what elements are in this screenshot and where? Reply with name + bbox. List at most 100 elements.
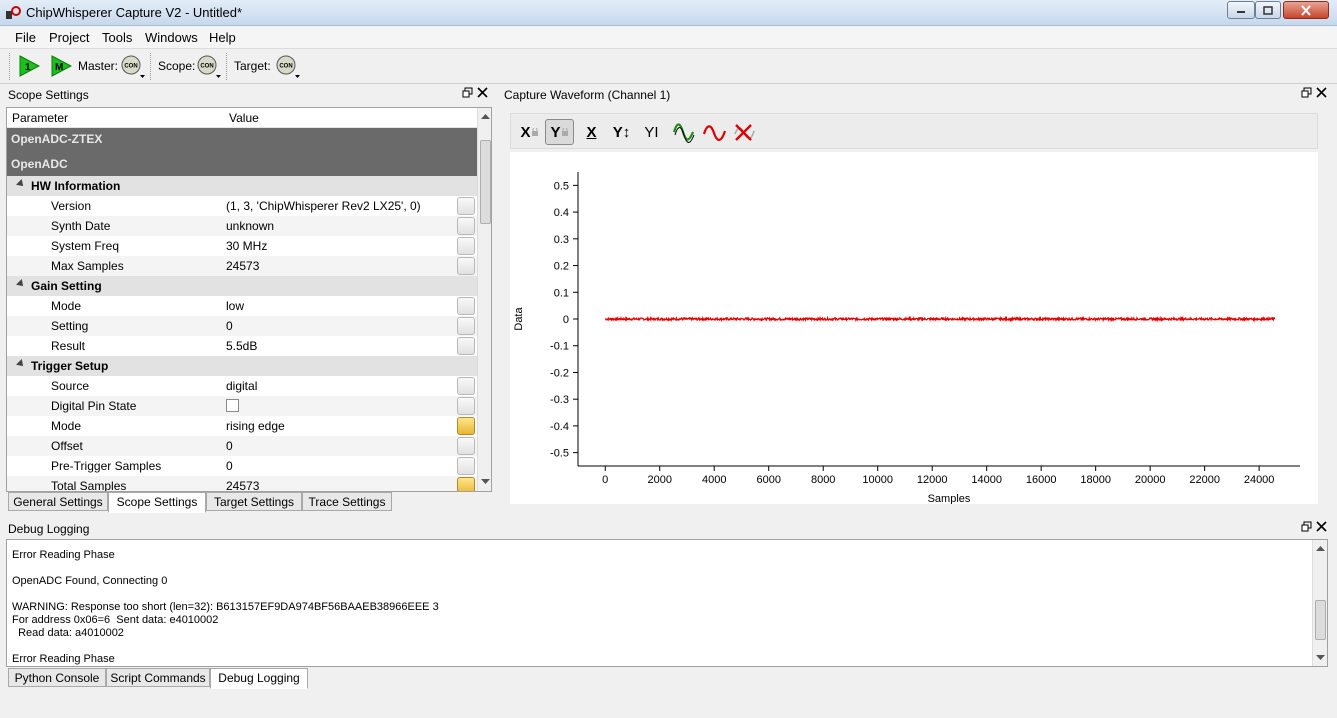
param-row-digital-pin-state[interactable]: Digital Pin State xyxy=(7,396,477,416)
debug-log-line xyxy=(12,562,439,575)
param-row-gain-setting[interactable]: Setting 0 xyxy=(7,316,477,336)
capture-multi-button[interactable]: M xyxy=(50,55,72,77)
float-icon[interactable] xyxy=(462,87,473,98)
param-row-max-samples[interactable]: Max Samples 24573 xyxy=(7,256,477,276)
reset-default-button[interactable] xyxy=(457,237,475,255)
reset-default-button[interactable] xyxy=(457,217,475,235)
group-trigger-setup[interactable]: Trigger Setup xyxy=(7,356,477,376)
reset-default-button[interactable] xyxy=(457,417,475,435)
tab-script-commands[interactable]: Script Commands xyxy=(106,668,210,687)
maximize-button[interactable] xyxy=(1255,1,1281,19)
close-icon[interactable] xyxy=(1316,87,1327,98)
target-connect-button[interactable]: CON xyxy=(275,54,301,80)
param-row-total-samples[interactable]: Total Samples 24573 xyxy=(7,476,477,491)
debug-log-line: Read data: a4010002 xyxy=(12,627,124,639)
reset-default-button[interactable] xyxy=(457,457,475,475)
y-lock-button[interactable]: Y xyxy=(545,119,574,145)
y-default-button[interactable]: YI xyxy=(637,119,666,145)
menu-file[interactable]: File xyxy=(15,30,36,45)
float-icon[interactable] xyxy=(1301,87,1312,98)
menu-windows[interactable]: Windows xyxy=(145,30,198,45)
menu-help[interactable]: Help xyxy=(209,30,236,45)
section-label: OpenADC-ZTEX xyxy=(11,132,103,146)
x-lock-button[interactable]: X xyxy=(515,119,544,145)
param-row-trigger-mode[interactable]: Mode rising edge xyxy=(7,416,477,436)
tab-target-settings[interactable]: Target Settings xyxy=(206,492,302,511)
x-tick-label: 20000 xyxy=(1135,474,1166,486)
section-openadc[interactable]: OpenADC xyxy=(7,152,477,176)
section-openadc-ztex[interactable]: OpenADC-ZTEX xyxy=(7,128,477,152)
scope-connect-button[interactable]: CON xyxy=(196,54,222,80)
x-autoscale-button[interactable]: X xyxy=(577,119,606,145)
digital-pin-state-checkbox[interactable] xyxy=(226,399,239,412)
scroll-up-icon[interactable] xyxy=(479,110,492,122)
reset-default-button[interactable] xyxy=(457,257,475,275)
master-connect-button[interactable]: CON xyxy=(120,54,146,80)
master-label: Master: xyxy=(78,59,119,73)
collapse-caret-icon[interactable] xyxy=(16,359,26,369)
y-autoscale-button[interactable]: Y↕ xyxy=(607,119,636,145)
scroll-down-icon[interactable] xyxy=(1314,652,1327,664)
minimize-button[interactable] xyxy=(1227,1,1255,19)
waveform-plot-area[interactable]: 0.5 0.4 0.3 0.2 0.1 0 -0.1 -0.2 -0.3 -0.4 -0.5 0 200… xyxy=(510,152,1318,505)
waveform-chart[interactable]: 0.5 0.4 0.3 0.2 0.1 0 -0.1 -0.2 -0.3 -0.4 -0.5 0 200… xyxy=(510,152,1318,505)
collapse-caret-icon[interactable] xyxy=(16,179,26,189)
tree-scrollbar[interactable] xyxy=(477,108,492,491)
tab-trace-settings[interactable]: Trace Settings xyxy=(302,492,392,511)
debug-scrollbar[interactable] xyxy=(1312,540,1327,666)
reset-default-button[interactable] xyxy=(457,437,475,455)
red-wave-icon[interactable] xyxy=(700,119,729,145)
tab-general-settings[interactable]: General Settings xyxy=(8,492,108,511)
param-name: Synth Date xyxy=(51,219,111,233)
reset-default-button[interactable] xyxy=(457,397,475,415)
y-tick-label: 0.2 xyxy=(554,261,569,273)
scroll-up-icon[interactable] xyxy=(1314,542,1327,554)
param-row-version[interactable]: Version (1, 3, 'ChipWhisperer Rev2 LX25'… xyxy=(7,196,477,216)
reset-default-button[interactable] xyxy=(457,197,475,215)
param-name: Result xyxy=(51,339,86,353)
param-row-offset[interactable]: Offset 0 xyxy=(7,436,477,456)
close-icon[interactable] xyxy=(1316,521,1327,532)
param-row-trigger-source[interactable]: Source digital xyxy=(7,376,477,396)
x-tick-label: 6000 xyxy=(756,474,780,486)
tab-python-console[interactable]: Python Console xyxy=(8,668,106,687)
group-gain-setting[interactable]: Gain Setting xyxy=(7,276,477,296)
reset-default-button[interactable] xyxy=(457,477,475,491)
close-button[interactable] xyxy=(1283,1,1329,19)
param-name: Pre-Trigger Samples xyxy=(51,459,162,473)
menu-tools[interactable]: Tools xyxy=(102,30,132,45)
param-row-synth-date[interactable]: Synth Date unknown xyxy=(7,216,477,236)
group-label: Gain Setting xyxy=(31,279,102,293)
param-value: unknown xyxy=(226,219,275,233)
x-lock-label: X xyxy=(520,123,531,141)
param-row-gain-result[interactable]: Result 5.5dB xyxy=(7,336,477,356)
tab-scope-settings[interactable]: Scope Settings xyxy=(108,492,206,513)
reset-default-button[interactable] xyxy=(457,317,475,335)
reset-default-button[interactable] xyxy=(457,337,475,355)
x-tick-label: 14000 xyxy=(971,474,1002,486)
param-name: Digital Pin State xyxy=(51,399,137,413)
persistence-wave-icon[interactable] xyxy=(669,119,698,145)
param-row-pre-trigger-samples[interactable]: Pre-Trigger Samples 0 xyxy=(7,456,477,476)
debug-log-output[interactable]: Error Reading Phase OpenADC Found, Conne… xyxy=(6,539,1328,667)
param-row-gain-mode[interactable]: Mode low xyxy=(7,296,477,316)
param-row-system-freq[interactable]: System Freq 30 MHz xyxy=(7,236,477,256)
scroll-down-icon[interactable] xyxy=(479,476,492,488)
scrollbar-thumb[interactable] xyxy=(1315,600,1326,640)
capture-one-button[interactable]: 1 xyxy=(18,55,40,77)
reset-default-button[interactable] xyxy=(457,377,475,395)
close-icon[interactable] xyxy=(477,87,488,98)
scrollbar-thumb[interactable] xyxy=(480,140,491,224)
close-icon xyxy=(1301,4,1311,16)
float-icon[interactable] xyxy=(1301,521,1312,532)
debug-log-text: Error Reading Phase OpenADC Found, Conne… xyxy=(12,549,439,666)
debug-log-line xyxy=(12,588,439,601)
debug-log-line: WARNING: Response too short (len=32): B6… xyxy=(12,601,439,613)
reset-default-button[interactable] xyxy=(457,297,475,315)
parameter-tree[interactable]: Parameter Value OpenADC-ZTEX OpenADC HW … xyxy=(6,107,492,492)
collapse-caret-icon[interactable] xyxy=(16,279,26,289)
clear-wave-icon[interactable] xyxy=(730,119,759,145)
group-hw-information[interactable]: HW Information xyxy=(7,176,477,196)
menu-project[interactable]: Project xyxy=(49,30,89,45)
tab-debug-logging[interactable]: Debug Logging xyxy=(210,668,308,689)
